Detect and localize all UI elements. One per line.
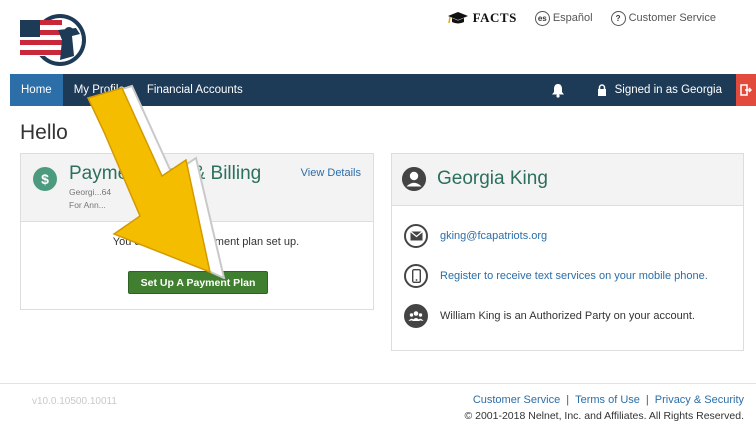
view-details-link[interactable]: View Details [301, 167, 361, 179]
copyright-text: © 2001-2018 Nelnet, Inc. and Affiliates.… [464, 410, 744, 422]
patriot-logo[interactable] [20, 10, 90, 68]
version-label: v10.0.10500.10011 [32, 396, 117, 407]
billing-card-header: $ Payment Plan & Billing Georgi...64 For… [21, 154, 373, 222]
help-icon: ? [610, 10, 626, 26]
logout-icon [740, 84, 752, 96]
no-payment-plan-message: You don't have a payment plan set up. [112, 236, 300, 248]
main-nav: Home My Profile Financial Accounts Signe… [10, 74, 756, 106]
nav-home[interactable]: Home [10, 74, 63, 106]
lock-icon [597, 84, 606, 96]
facts-logo[interactable]: FACTS [447, 10, 517, 26]
signed-in-label: Signed in as Georgia [614, 84, 722, 96]
footer-separator: | [566, 394, 570, 406]
footer-terms-link[interactable]: Terms of Use [575, 394, 640, 406]
page-greeting: Hello [20, 121, 68, 144]
top-header: FACTS es Español ? Customer Service [0, 0, 756, 74]
dollar-icon: $ [33, 167, 57, 191]
footer-links: Customer Service | Terms of Use | Privac… [473, 394, 744, 406]
billing-card-subtitle-1: Georgi...64 [69, 187, 112, 197]
text-services-row: Register to receive text services on you… [404, 264, 708, 288]
signed-in-status[interactable]: Signed in as Georgia [597, 84, 736, 96]
top-links: FACTS es Español ? Customer Service [447, 10, 716, 26]
email-row: gking@fcapatriots.org [404, 224, 547, 248]
footer-customer-service-link[interactable]: Customer Service [473, 394, 560, 406]
user-icon [402, 167, 426, 191]
facts-label: FACTS [472, 10, 517, 25]
profile-name: Georgia King [437, 168, 548, 189]
customer-service-label: Customer Service [628, 12, 716, 24]
profile-card: Georgia King gking@fcapatriots.org Regis… [391, 153, 744, 351]
graduation-cap-icon [447, 12, 468, 24]
espanol-link[interactable]: es Español [534, 10, 593, 26]
customer-service-link[interactable]: ? Customer Service [610, 10, 716, 26]
authorized-party-row: William King is an Authorized Party on y… [404, 304, 695, 328]
envelope-icon [404, 224, 428, 248]
footer-separator: | [645, 394, 649, 406]
mobile-phone-icon [404, 264, 428, 288]
notifications-bell-icon[interactable] [547, 83, 569, 98]
page-footer: v10.0.10500.10011 Customer Service | Ter… [0, 383, 756, 428]
nav-financial-accounts[interactable]: Financial Accounts [136, 74, 254, 106]
billing-card-subtitle-2: For Ann... [69, 200, 106, 210]
profile-card-header: Georgia King [392, 154, 743, 206]
set-up-payment-plan-button[interactable]: Set Up A Payment Plan [128, 271, 268, 294]
group-icon [404, 304, 428, 328]
logout-button[interactable] [736, 74, 756, 106]
footer-privacy-link[interactable]: Privacy & Security [655, 394, 744, 406]
nav-my-profile[interactable]: My Profile [63, 74, 136, 106]
register-text-services-link[interactable]: Register to receive text services on you… [440, 270, 708, 282]
email-link[interactable]: gking@fcapatriots.org [440, 230, 547, 242]
nav-right: Signed in as Georgia [547, 74, 756, 106]
billing-card-title: Payment Plan & Billing [69, 163, 262, 184]
authorized-party-text: William King is an Authorized Party on y… [440, 310, 695, 322]
espanol-label: Español [552, 12, 593, 24]
language-icon: es [534, 10, 550, 26]
